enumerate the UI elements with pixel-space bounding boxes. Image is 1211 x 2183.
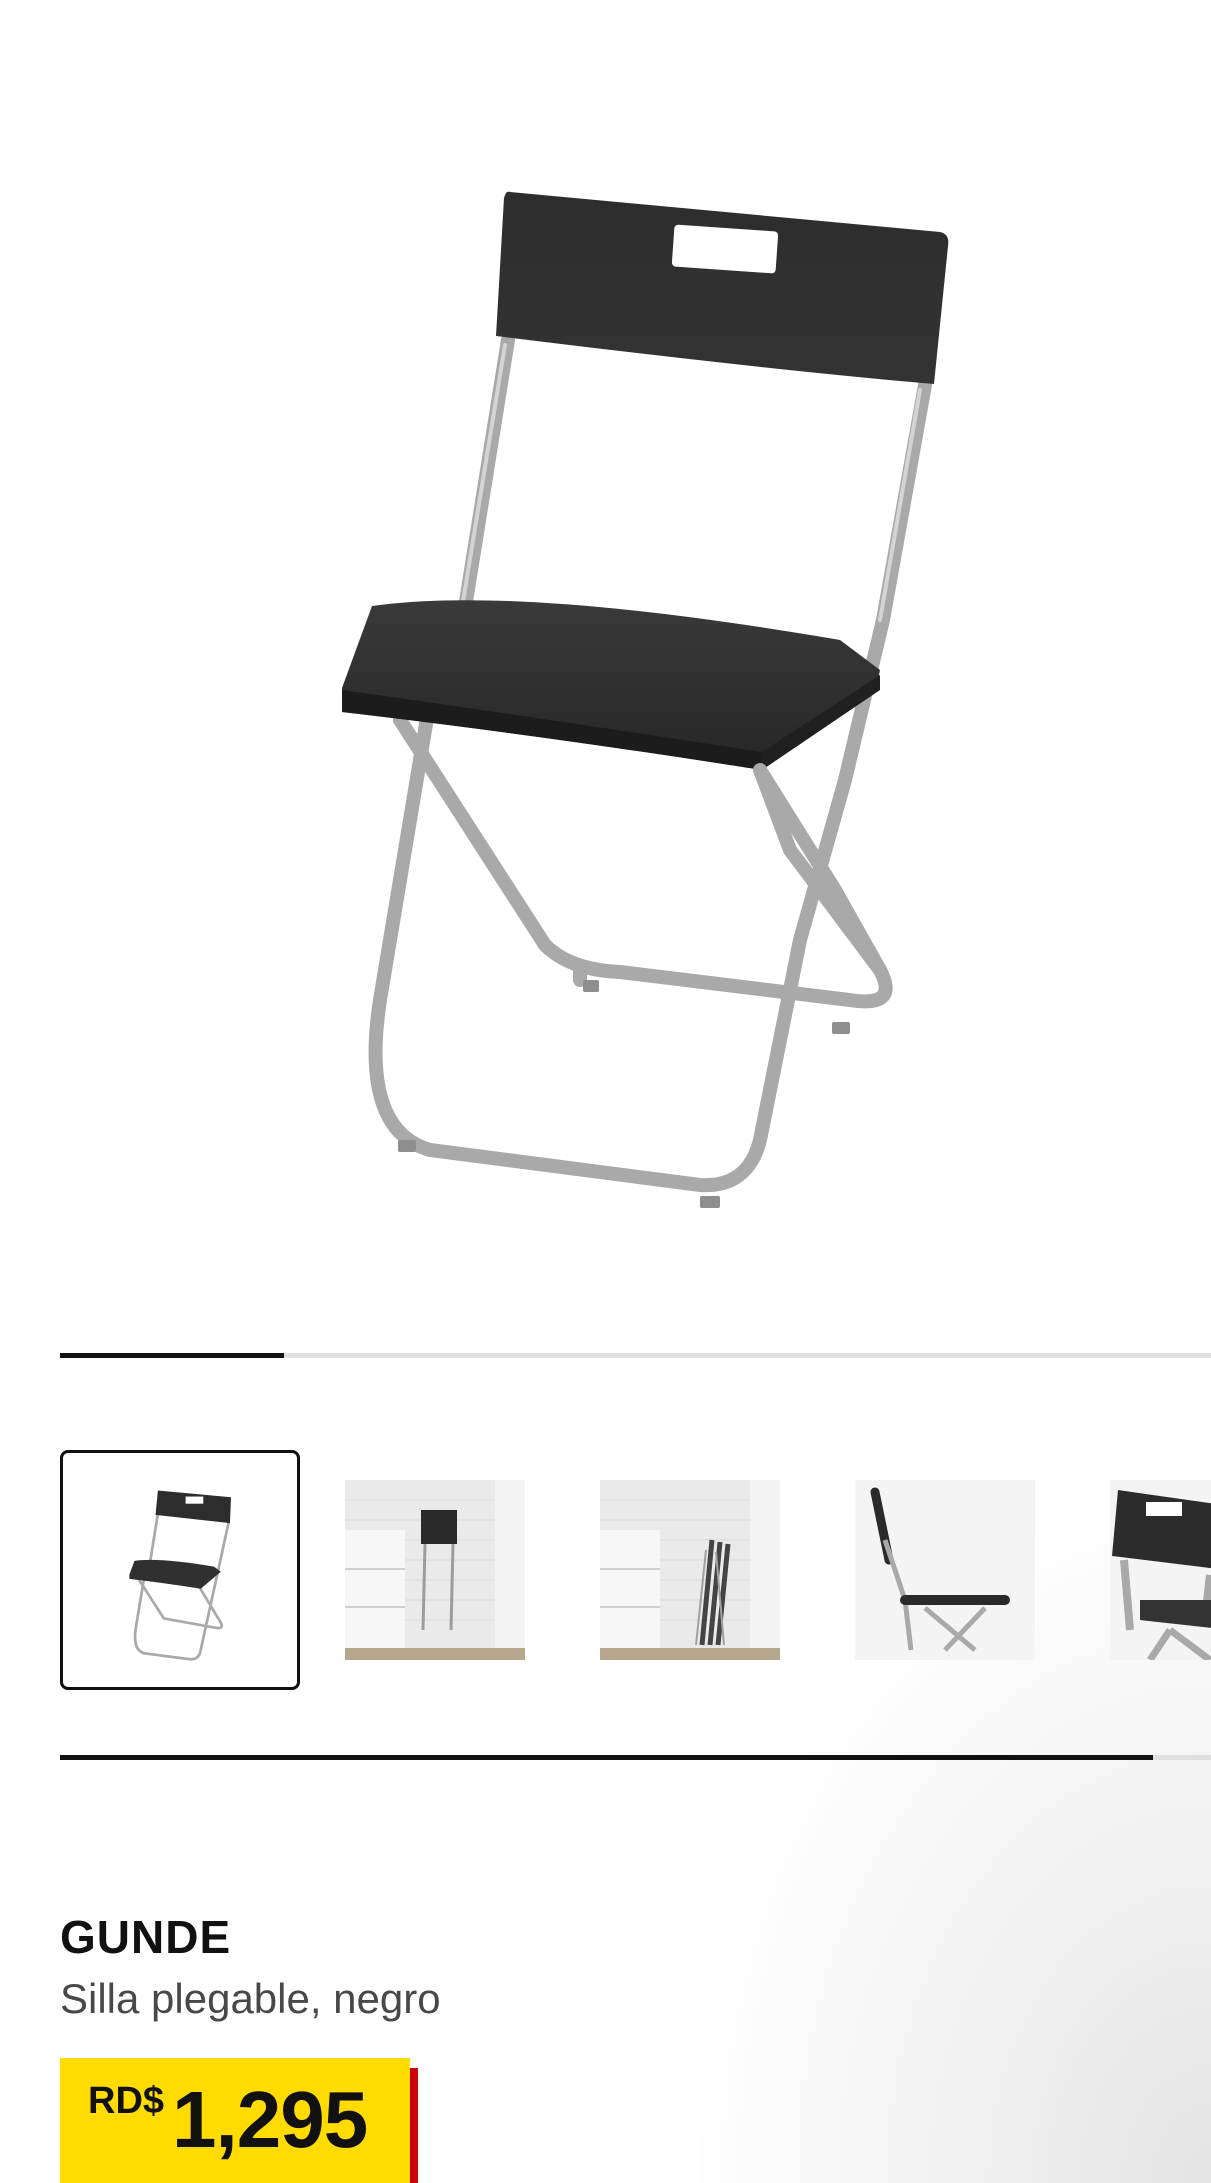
thumbnail-3-image	[600, 1480, 780, 1660]
thumbnail-1[interactable]	[60, 1450, 300, 1690]
main-product-image[interactable]	[0, 0, 1211, 1330]
thumbnail-2-image	[345, 1480, 525, 1660]
thumbnail-scrollbar-thumb[interactable]	[60, 1755, 1154, 1760]
price-badge: RD$ 1,295	[60, 2058, 410, 2183]
thumbnail-5[interactable]	[1110, 1480, 1211, 1660]
thumbnail-scrollbar[interactable]	[60, 1755, 1211, 1760]
thumbnail-3[interactable]	[600, 1480, 780, 1660]
thumbnail-2[interactable]	[345, 1480, 525, 1660]
gallery-progress-track[interactable]	[60, 1353, 1211, 1358]
product-page: GUNDE Silla plegable, negro RD$ 1,295	[0, 0, 1211, 2183]
product-name: GUNDE	[60, 1911, 232, 1963]
thumbnail-4[interactable]	[855, 1480, 1035, 1660]
thumbnail-5-image	[1110, 1480, 1211, 1660]
chair-illustration	[342, 191, 949, 1208]
price-accent-bar	[410, 2068, 418, 2183]
thumbnail-strip	[60, 1450, 1211, 1690]
price-currency: RD$	[88, 2080, 165, 2122]
product-description: Silla plegable, negro	[60, 1975, 441, 2022]
price-amount: 1,295	[172, 2075, 368, 2164]
thumbnail-1-image	[129, 1490, 231, 1661]
thumbnail-4-image	[855, 1480, 1035, 1660]
gallery-progress-fill	[60, 1353, 285, 1358]
